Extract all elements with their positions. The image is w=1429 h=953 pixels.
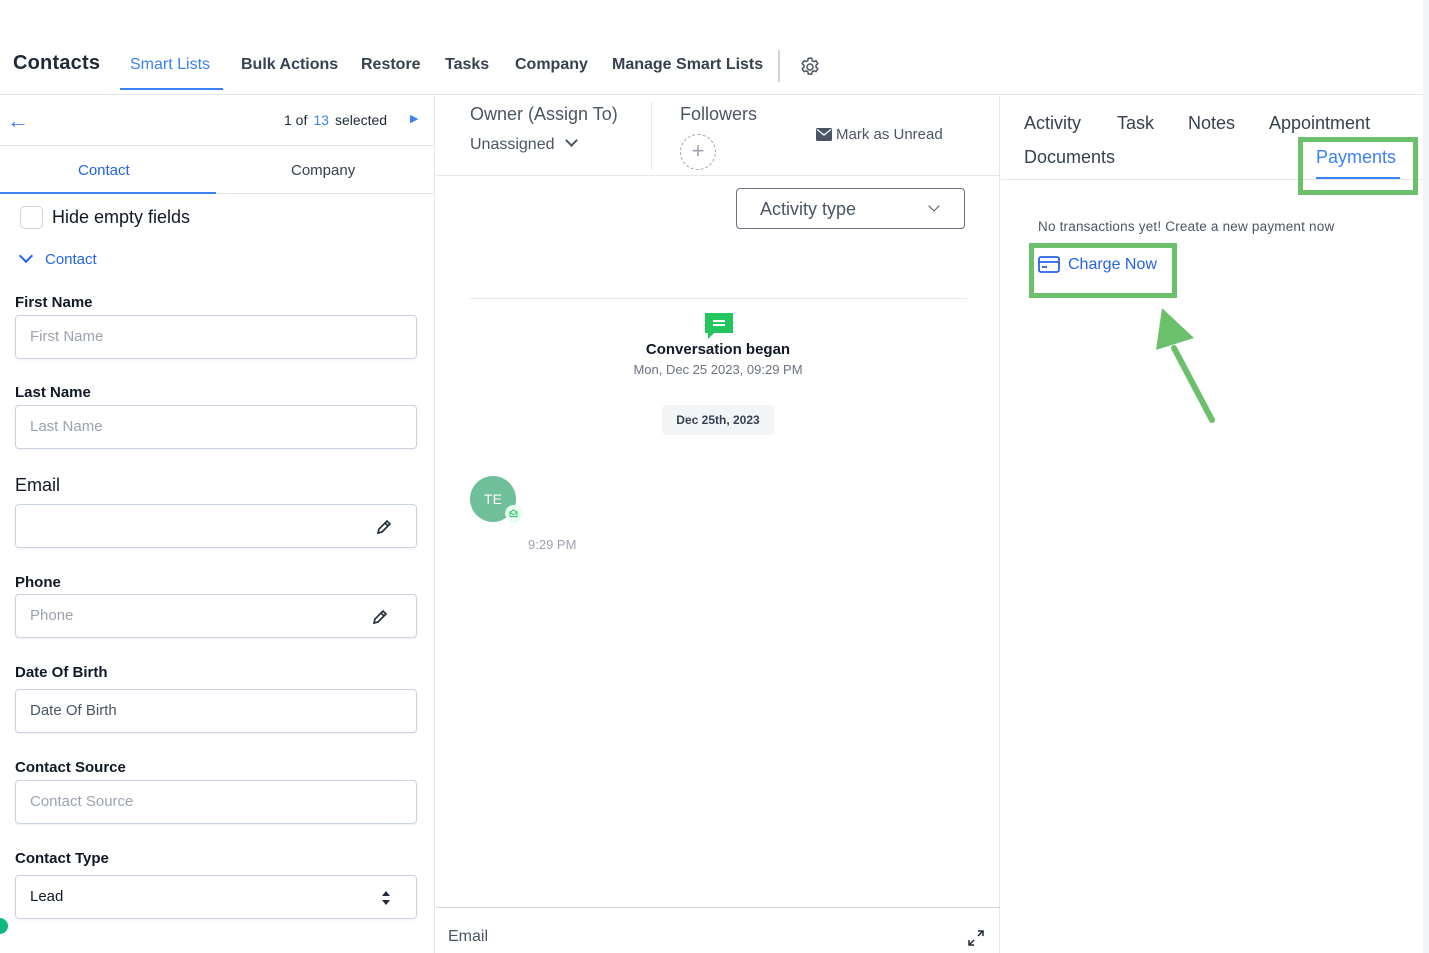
tab-manage-smart-lists[interactable]: Manage Smart Lists — [612, 56, 763, 74]
timeline-divider — [470, 298, 967, 299]
header-divider — [651, 102, 652, 170]
add-follower-button[interactable]: + — [680, 134, 716, 170]
empty-state-message: No transactions yet! Create a new paymen… — [1038, 219, 1335, 234]
contact-details-panel: ← 1 of 13 selected ▶ Contact Company Hide … — [0, 96, 435, 953]
first-name-placeholder: First Name — [30, 328, 104, 345]
tab-notes[interactable]: Notes — [1188, 113, 1235, 134]
owner-dropdown[interactable]: Unassigned — [470, 134, 578, 154]
tab-task[interactable]: Task — [1117, 113, 1154, 134]
conversation-panel: Owner (Assign To) Unassigned Followers +… — [436, 96, 1000, 953]
email-channel-icon — [505, 505, 522, 522]
contact-section-title: Contact — [45, 251, 97, 268]
pager-suffix: selected — [334, 112, 388, 128]
last-name-label: Last Name — [15, 384, 91, 401]
composer-channel-label: Email — [448, 928, 489, 945]
owner-value: Unassigned — [470, 136, 555, 153]
tab-company[interactable]: Company — [515, 56, 588, 74]
tab-tasks[interactable]: Tasks — [445, 56, 489, 74]
active-tab-indicator — [0, 192, 216, 194]
contact-type-value: Lead — [30, 888, 64, 905]
first-name-label: First Name — [15, 294, 93, 311]
contact-source-label: Contact Source — [15, 759, 126, 776]
followers-label: Followers — [680, 104, 758, 124]
last-name-placeholder: Last Name — [30, 418, 103, 435]
activity-type-select[interactable]: Activity type — [736, 188, 965, 229]
contact-source-field[interactable]: Contact Source — [15, 780, 417, 824]
dob-label: Date Of Birth — [15, 664, 108, 681]
mark-unread-label: Mark as Unread — [836, 126, 943, 143]
email-label: Email — [15, 475, 61, 495]
scroll-indicator — [0, 918, 8, 934]
expand-icon[interactable] — [966, 928, 986, 948]
tab-documents[interactable]: Documents — [1024, 147, 1115, 168]
phone-placeholder: Phone — [30, 607, 74, 624]
tab-restore[interactable]: Restore — [361, 56, 421, 74]
next-record-icon[interactable]: ▶ — [410, 112, 418, 125]
contact-section-toggle[interactable]: Contact — [18, 248, 97, 268]
tab-smart-lists[interactable]: Smart Lists — [130, 56, 210, 74]
back-arrow-icon[interactable]: ← — [7, 108, 29, 134]
edit-pencil-icon[interactable] — [374, 517, 394, 537]
detail-tabs: Contact Company — [0, 145, 435, 194]
phone-label: Phone — [15, 574, 61, 591]
first-name-field[interactable]: First Name — [15, 315, 417, 359]
conversation-title: Conversation began — [645, 341, 791, 358]
active-tab-indicator — [120, 88, 223, 90]
contact-type-select[interactable]: Lead — [15, 875, 417, 919]
phone-field[interactable]: Phone — [15, 594, 417, 638]
date-separator: Dec 25th, 2023 — [662, 405, 774, 435]
select-arrows-icon — [382, 891, 390, 905]
chevron-down-icon — [928, 200, 940, 212]
charge-now-highlight-box — [1029, 243, 1177, 298]
tab-bulk-actions[interactable]: Bulk Actions — [241, 56, 338, 74]
chat-bubble-icon — [705, 313, 733, 339]
message-time: 9:29 PM — [528, 537, 577, 552]
tab-activity[interactable]: Activity — [1024, 113, 1081, 134]
last-name-field[interactable]: Last Name — [15, 405, 417, 449]
payments-highlight-box — [1298, 137, 1418, 195]
chevron-down-icon — [18, 248, 34, 264]
edit-pencil-icon[interactable] — [370, 607, 390, 627]
tab-contact[interactable]: Contact — [78, 162, 130, 179]
hide-empty-fields-label: Hide empty fields — [52, 207, 191, 227]
envelope-icon — [816, 128, 832, 141]
dob-field[interactable]: Date Of Birth — [15, 689, 417, 733]
conversation-header: Owner (Assign To) Unassigned Followers +… — [436, 96, 1000, 176]
dob-value: Date Of Birth — [30, 702, 117, 719]
gear-icon[interactable] — [798, 55, 822, 79]
conversation-time: Mon, Dec 25 2023, 09:29 PM — [633, 362, 803, 377]
activity-panel: Activity Task Notes Appointment Document… — [1001, 96, 1423, 953]
composer-bar[interactable]: Email — [436, 907, 1000, 953]
tab-appointment[interactable]: Appointment — [1269, 113, 1370, 134]
record-pager: 1 of 13 selected ▶ — [284, 112, 418, 128]
hide-empty-fields-checkbox[interactable] — [20, 206, 43, 229]
arrow-pointer-icon — [1156, 308, 1215, 423]
mark-unread-button[interactable]: Mark as Unread — [816, 126, 943, 143]
pager-total[interactable]: 13 — [313, 112, 329, 128]
window-edge — [1423, 0, 1429, 953]
chevron-down-icon — [564, 134, 578, 147]
pager-prefix: 1 of — [284, 112, 308, 128]
activity-type-value: Activity type — [760, 199, 857, 219]
top-navigation: Contacts Smart Lists Bulk Actions Restor… — [0, 0, 1423, 95]
email-field[interactable] — [15, 504, 417, 548]
contact-source-placeholder: Contact Source — [30, 793, 134, 810]
owner-label: Owner (Assign To) — [470, 104, 618, 124]
nav-divider — [778, 50, 780, 82]
page-title: Contacts — [13, 52, 101, 74]
tab-company-details[interactable]: Company — [291, 162, 355, 179]
contact-type-label: Contact Type — [15, 850, 109, 867]
